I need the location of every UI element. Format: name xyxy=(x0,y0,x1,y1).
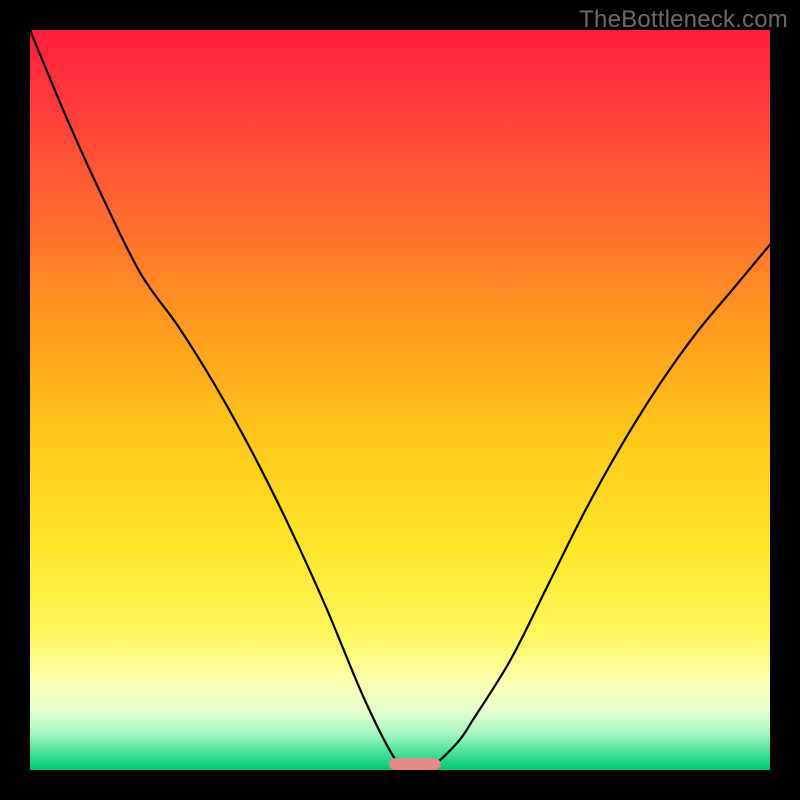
chart-frame: TheBottleneck.com xyxy=(0,0,800,800)
curve-layer xyxy=(30,30,770,770)
optimal-marker xyxy=(389,758,441,770)
watermark-text: TheBottleneck.com xyxy=(579,6,788,34)
plot-area xyxy=(30,30,770,770)
bottleneck-curve xyxy=(30,30,770,770)
